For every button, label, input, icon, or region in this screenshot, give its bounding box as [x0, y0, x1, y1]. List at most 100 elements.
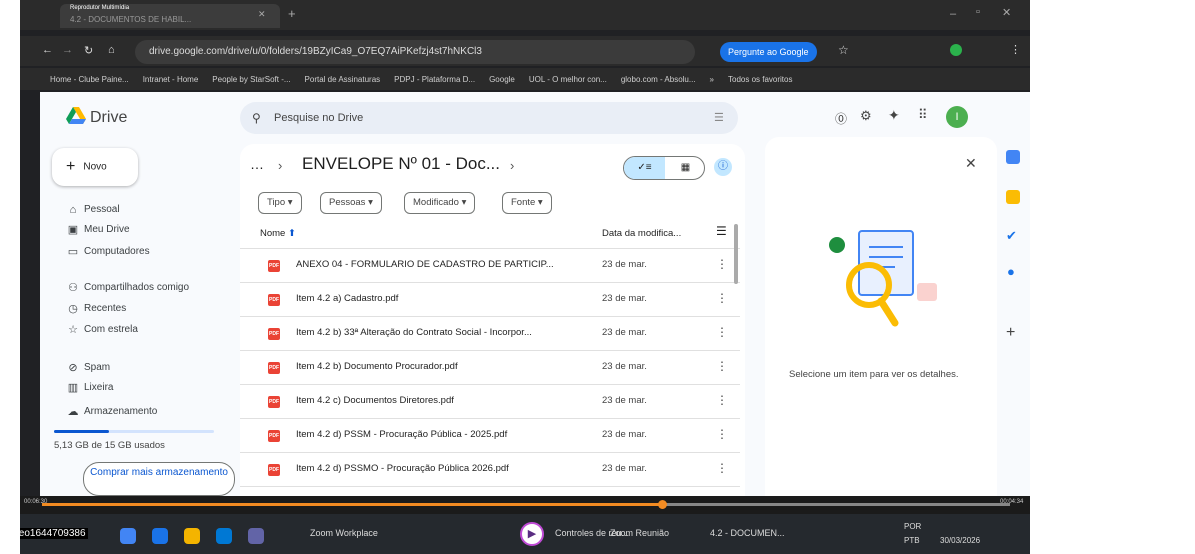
- table-row[interactable]: PDF Item 4.2 d) PSSM - Procuração Pública…: [240, 418, 740, 452]
- more-icon[interactable]: ⋮: [716, 427, 728, 441]
- tasks-icon[interactable]: ✔: [1006, 228, 1017, 244]
- table-row[interactable]: PDF Item 4.2 a) Cadastro.pdf 23 de mar. ⋮: [240, 282, 740, 316]
- chrome-icon[interactable]: [120, 528, 136, 544]
- apps-grid-icon[interactable]: ⠿: [918, 107, 928, 123]
- close-window-icon[interactable]: ✕: [1002, 6, 1011, 19]
- bookmark-item[interactable]: PDPJ - Plataforma D...: [394, 75, 475, 84]
- bookmark-item[interactable]: People by StarSoft -...: [212, 75, 290, 84]
- new-button[interactable]: + Novo: [52, 148, 138, 186]
- table-row[interactable]: PDF Item 4.2 c) Documentos Diretores.pdf 2…: [240, 384, 740, 418]
- reload-icon[interactable]: ↻: [84, 44, 93, 57]
- sort-options-icon[interactable]: ☰: [716, 224, 727, 238]
- outlook-icon[interactable]: [216, 528, 232, 544]
- contacts-icon[interactable]: ●: [1007, 264, 1015, 279]
- drive-app: Drive + Novo ⌂ Pessoal ▣ Meu Drive ▭ Computa…: [40, 92, 1030, 496]
- sidebar-item-computadores[interactable]: ▭ Computadores: [40, 242, 240, 262]
- new-tab-icon[interactable]: +: [288, 6, 296, 21]
- bookmarks-overflow[interactable]: »: [710, 75, 714, 84]
- filter-tipo[interactable]: Tipo ▾: [258, 192, 302, 214]
- bookmark-item[interactable]: Google: [489, 75, 515, 84]
- app-icon[interactable]: [152, 528, 168, 544]
- ask-google-button[interactable]: Pergunte ao Google: [720, 42, 817, 62]
- search-options-icon[interactable]: ☰: [714, 102, 724, 134]
- table-row[interactable]: PDF Item 4.2 b) 33ª Alteração do Contrato…: [240, 316, 740, 350]
- all-bookmarks[interactable]: Todos os favoritos: [728, 75, 792, 84]
- close-tab-icon[interactable]: ✕: [258, 9, 266, 20]
- video-label: video1644709386: [20, 528, 88, 539]
- table-row[interactable]: [240, 486, 740, 496]
- sidebar-item-spam[interactable]: ⊘ Spam: [40, 358, 240, 378]
- gemini-icon[interactable]: ✦: [888, 107, 900, 124]
- play-icon[interactable]: ▶: [520, 522, 544, 546]
- filter-modificado[interactable]: Modificado ▾: [404, 192, 476, 214]
- bookmark-item[interactable]: UOL - O melhor con...: [529, 75, 607, 84]
- sidebar-item-armazenamento[interactable]: ☁ Armazenamento: [40, 402, 240, 422]
- sidebar-item-recentes[interactable]: ◷ Recentes: [40, 299, 240, 319]
- add-addon-icon[interactable]: +: [1006, 324, 1015, 342]
- close-icon[interactable]: ✕: [965, 155, 977, 172]
- more-icon[interactable]: ⋮: [716, 325, 728, 339]
- column-modified[interactable]: Data da modifica...: [602, 228, 681, 239]
- storage-fill: [54, 430, 109, 433]
- bookmark-item[interactable]: globo.com - Absolu...: [621, 75, 696, 84]
- sidebar-item-com-estrela[interactable]: ☆ Com estrela: [40, 320, 240, 340]
- info-icon[interactable]: ⓘ: [714, 158, 732, 176]
- forward-icon[interactable]: →: [62, 44, 73, 56]
- task-zoom-meeting[interactable]: Zoom Reunião: [610, 528, 669, 538]
- list-view-icon[interactable]: ✓≡: [624, 157, 665, 179]
- spam-icon: ⊘: [68, 362, 78, 374]
- back-icon[interactable]: ←: [42, 44, 53, 56]
- search-input[interactable]: ⚲ Pesquise no Drive ☰: [240, 102, 738, 134]
- sidebar-item-compartilhados[interactable]: ⚇ Compartilhados comigo: [40, 278, 240, 298]
- language-indicator[interactable]: POR: [904, 522, 921, 531]
- file-list-panel: … › ENVELOPE Nº 01 - Doc... › ✓≡ ▦ ⓘ Tip…: [240, 144, 745, 496]
- sidebar-item-meu-drive[interactable]: ▣ Meu Drive: [40, 220, 240, 240]
- bookmark-item[interactable]: Portal de Assinaturas: [305, 75, 381, 84]
- scrollbar-thumb[interactable]: [734, 224, 738, 284]
- clock-icon: ◷: [68, 303, 78, 315]
- folder-chevron-icon[interactable]: ›: [510, 158, 514, 173]
- star-icon: ☆: [68, 324, 78, 336]
- breadcrumb-more[interactable]: …: [250, 156, 264, 172]
- sidebar-item-pessoal[interactable]: ⌂ Pessoal: [40, 200, 240, 220]
- table-row[interactable]: PDF Item 4.2 d) PSSMO - Procuração Públic…: [240, 452, 740, 486]
- buy-storage-button[interactable]: Comprar mais armazenamento: [83, 462, 235, 496]
- address-bar[interactable]: drive.google.com/drive/u/0/folders/19BZy…: [135, 40, 695, 64]
- storage-text: 5,13 GB de 15 GB usados: [54, 440, 165, 451]
- minimize-icon[interactable]: –: [950, 8, 956, 20]
- home-browser-icon[interactable]: ⌂: [108, 44, 115, 56]
- bookmark-star-icon[interactable]: ☆: [838, 43, 849, 57]
- more-icon[interactable]: ⋮: [716, 291, 728, 305]
- pdf-icon: PDF: [268, 260, 280, 272]
- browser-tab[interactable]: Reprodutor Multimídia 4.2 - DOCUMENTOS D…: [60, 4, 280, 28]
- table-row[interactable]: PDF ANEXO 04 - FORMULARIO DE CADASTRO DE …: [240, 248, 740, 282]
- keep-icon[interactable]: [1006, 190, 1020, 204]
- more-icon[interactable]: ⋮: [716, 359, 728, 373]
- more-icon[interactable]: ⋮: [716, 393, 728, 407]
- table-row[interactable]: PDF Item 4.2 b) Documento Procurador.pdf 2…: [240, 350, 740, 384]
- extension-icon[interactable]: [950, 44, 962, 56]
- sidebar-item-lixeira[interactable]: ▥ Lixeira: [40, 378, 240, 398]
- filter-fonte[interactable]: Fonte ▾: [502, 192, 552, 214]
- bookmark-item[interactable]: Intranet - Home: [143, 75, 199, 84]
- drive-logo-icon: [66, 107, 86, 124]
- more-icon[interactable]: ⋮: [716, 257, 728, 271]
- settings-icon[interactable]: ⚙: [860, 108, 872, 124]
- calendar-icon[interactable]: [1006, 150, 1020, 164]
- restore-icon[interactable]: ▫: [976, 6, 980, 18]
- bookmark-item[interactable]: Home - Clube Paine...: [50, 75, 129, 84]
- browser-menu-icon[interactable]: ⋮: [1010, 43, 1021, 56]
- filter-pessoas[interactable]: Pessoas ▾: [320, 192, 382, 214]
- teams-icon[interactable]: [248, 528, 264, 544]
- more-icon[interactable]: ⋮: [716, 461, 728, 475]
- task-zoom-workplace[interactable]: Zoom Workplace: [310, 528, 378, 538]
- explorer-icon[interactable]: [184, 528, 200, 544]
- avatar[interactable]: I: [946, 106, 968, 128]
- help-icon[interactable]: ⓪: [835, 110, 847, 127]
- grid-view-icon[interactable]: ▦: [665, 157, 704, 179]
- column-name[interactable]: Nome ⬆: [260, 228, 296, 239]
- plus-icon: +: [66, 158, 76, 175]
- task-drive-window[interactable]: 4.2 - DOCUMEN...: [710, 528, 785, 538]
- seek-handle[interactable]: [657, 500, 667, 509]
- breadcrumb-folder[interactable]: ENVELOPE Nº 01 - Doc...: [302, 154, 500, 174]
